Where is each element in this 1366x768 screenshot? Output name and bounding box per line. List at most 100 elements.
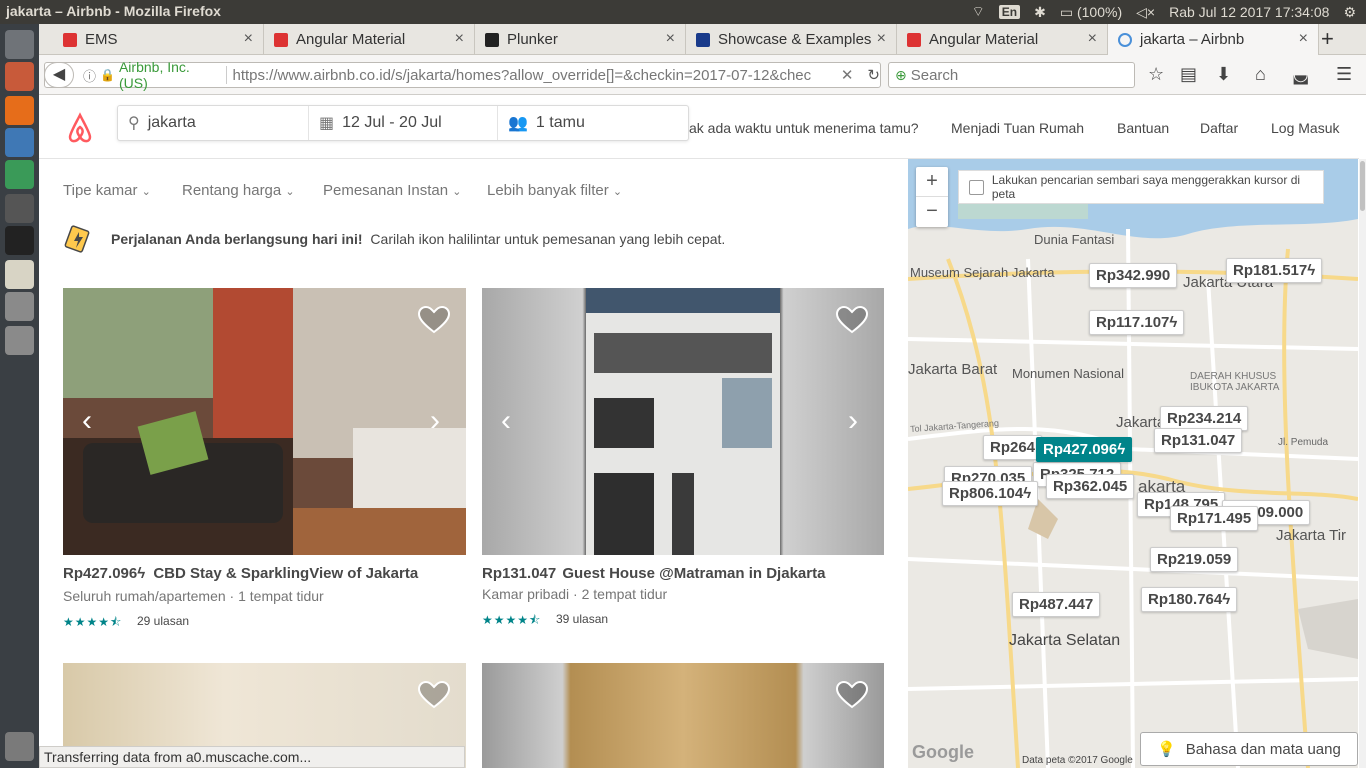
previous-photo-icon[interactable]: ‹ (501, 404, 511, 438)
drive-icon-2[interactable] (5, 326, 34, 355)
tab-angular-material-2[interactable]: Angular Material × (897, 24, 1108, 55)
listing-title-1[interactable]: Rp427.096ϟ CBD Stay & SparklingView of J… (63, 565, 418, 582)
angular-favicon-icon (63, 32, 77, 47)
close-tab-icon[interactable]: × (455, 30, 464, 48)
listing-photo-1[interactable] (63, 288, 466, 555)
map-data-credit[interactable]: Data peta ©2017 Google (1022, 755, 1133, 766)
next-photo-icon[interactable]: › (848, 404, 858, 438)
firefox-icon[interactable] (5, 96, 34, 125)
host-prompt-link[interactable]: ak ada waktu untuk menerima tamu? (689, 120, 919, 136)
url-text[interactable]: https://www.airbnb.co.id/s/jakarta/homes… (233, 67, 835, 84)
close-tab-icon[interactable]: × (1088, 30, 1097, 48)
wishlist-heart-icon[interactable] (417, 305, 451, 335)
place-label: Jakarta Selatan (1009, 632, 1121, 649)
map-price-pin[interactable]: Rp806.104ϟ (942, 481, 1039, 506)
pocket-icon[interactable]: ◛ (1292, 64, 1309, 85)
close-tab-icon[interactable]: × (877, 30, 886, 48)
filter-price-range[interactable]: Rentang harga ⌄ (182, 182, 295, 199)
language-currency-button[interactable]: 💡 Bahasa dan mata uang (1140, 732, 1358, 766)
map-price-pin[interactable]: Rp180.764ϟ (1141, 587, 1238, 612)
listing-photo-4[interactable] (482, 663, 884, 768)
tab-angular-material[interactable]: Angular Material × (264, 24, 475, 55)
drive-icon[interactable] (5, 292, 34, 321)
battery-indicator[interactable]: ▭ (100%) (1060, 4, 1122, 21)
move-search-checkbox[interactable] (969, 179, 984, 195)
battery-percent: (100%) (1076, 3, 1123, 20)
back-button[interactable]: ◀ (44, 62, 74, 88)
text-editor-icon[interactable] (5, 260, 34, 289)
map-price-pin[interactable]: Rp487.447 (1012, 592, 1101, 617)
tab-showcase[interactable]: Showcase & Examples × (686, 24, 897, 55)
trash-icon[interactable] (5, 732, 34, 761)
app-icon[interactable] (5, 128, 34, 157)
home-icon[interactable]: ⌂ (1255, 64, 1266, 85)
listing-title-2[interactable]: Rp131.047 Guest House @Matraman in Djaka… (482, 565, 825, 582)
search-engine-icon[interactable]: ⊕ (895, 67, 907, 84)
previous-photo-icon[interactable]: ‹ (82, 404, 92, 438)
wifi-icon[interactable]: ⌔ (972, 3, 985, 21)
move-search-control[interactable]: Lakukan pencarian sembari saya menggerak… (958, 170, 1324, 204)
map-price-pin[interactable]: Rp362.045 (1046, 474, 1135, 499)
close-tab-icon[interactable]: × (244, 30, 253, 48)
map-price-pin[interactable]: Rp171.495 (1170, 506, 1259, 531)
new-tab-icon[interactable]: + (1321, 26, 1334, 52)
media-icon[interactable] (5, 194, 34, 223)
filter-room-type[interactable]: Tipe kamar ⌄ (63, 182, 151, 199)
wishlist-heart-icon[interactable] (835, 305, 869, 335)
tab-ems[interactable]: EMS × (53, 24, 264, 55)
next-photo-icon[interactable]: › (430, 404, 440, 438)
map-price-pin[interactable]: Rp181.517ϟ (1226, 258, 1323, 283)
menu-icon[interactable]: ☰ (1336, 64, 1352, 85)
dash-icon[interactable] (5, 30, 34, 59)
close-tab-icon[interactable]: × (1299, 30, 1308, 48)
map-price-pin[interactable]: Rp342.990 (1089, 263, 1178, 288)
tab-airbnb[interactable]: jakarta – Airbnb × (1108, 24, 1319, 55)
wishlist-heart-icon[interactable] (835, 680, 869, 710)
zoom-out-button[interactable]: − (916, 197, 948, 227)
page-scrollbar[interactable] (1359, 159, 1366, 768)
signup-link[interactable]: Daftar (1200, 120, 1238, 136)
zoom-in-button[interactable]: + (916, 167, 948, 197)
google-logo[interactable]: Google (912, 742, 974, 763)
map-price-pin-selected[interactable]: Rp427.096ϟ (1036, 437, 1133, 462)
place-label: DAERAH KHUSUS IBUKOTA JAKARTA (1190, 371, 1280, 393)
search-box[interactable]: ⊕ Search (888, 62, 1135, 88)
reload-icon[interactable]: ↻ (867, 66, 880, 84)
move-search-label: Lakukan pencarian sembari saya menggerak… (991, 173, 1301, 201)
volume-icon[interactable]: ◁× (1136, 4, 1155, 21)
help-link[interactable]: Bantuan (1117, 120, 1169, 136)
system-top-bar: jakarta – Airbnb - Mozilla Firefox ⌔ En … (0, 0, 1366, 24)
files-icon[interactable] (5, 62, 34, 91)
location-value: jakarta (147, 114, 196, 131)
bookmark-star-icon[interactable]: ☆ (1148, 64, 1164, 85)
terminal-icon[interactable] (5, 226, 34, 255)
bluetooth-icon[interactable]: ✱ (1034, 4, 1046, 21)
site-identity[interactable]: Airbnb, Inc. (US) (119, 59, 220, 91)
map-price-pin[interactable]: Rp117.107ϟ (1089, 310, 1185, 335)
close-tab-icon[interactable]: × (666, 30, 675, 48)
airbnb-logo-icon[interactable] (64, 111, 96, 145)
keyboard-indicator[interactable]: En (998, 5, 1021, 19)
map-price-pin[interactable]: Rp219.059 (1150, 547, 1239, 572)
filter-more[interactable]: Lebih banyak filter ⌄ (487, 182, 622, 199)
settings-gear-icon[interactable]: ⚙ (1343, 4, 1356, 21)
location-field[interactable]: ⚲ jakarta (118, 106, 309, 140)
reading-list-icon[interactable]: ▤ (1180, 64, 1197, 85)
url-bar[interactable]: ⓘ 🔒 Airbnb, Inc. (US) https://www.airbnb… (44, 59, 881, 91)
download-icon[interactable]: ⬇ (1216, 64, 1231, 85)
tab-plunker[interactable]: Plunker × (475, 24, 686, 55)
map-price-pin[interactable]: Rp264 (983, 435, 1043, 460)
clear-url-icon[interactable]: ✕ (841, 66, 854, 84)
dates-field[interactable]: ▦ 12 Jul - 20 Jul (309, 106, 498, 140)
map-price-pin[interactable]: Rp131.047 (1154, 428, 1243, 453)
info-icon[interactable]: ⓘ (83, 66, 96, 85)
guests-field[interactable]: 👥 1 tamu (498, 106, 688, 140)
browser-icon[interactable] (5, 160, 34, 189)
become-host-link[interactable]: Menjadi Tuan Rumah (951, 120, 1084, 136)
login-link[interactable]: Log Masuk (1271, 120, 1339, 136)
filter-instant-book[interactable]: Pemesanan Instan ⌄ (323, 182, 461, 199)
listing-photo-2[interactable] (482, 288, 884, 555)
clock[interactable]: Rab Jul 12 2017 17:34:08 (1169, 4, 1329, 20)
map[interactable]: + − Lakukan pencarian sembari saya mengg… (908, 159, 1358, 768)
wishlist-heart-icon[interactable] (417, 680, 451, 710)
